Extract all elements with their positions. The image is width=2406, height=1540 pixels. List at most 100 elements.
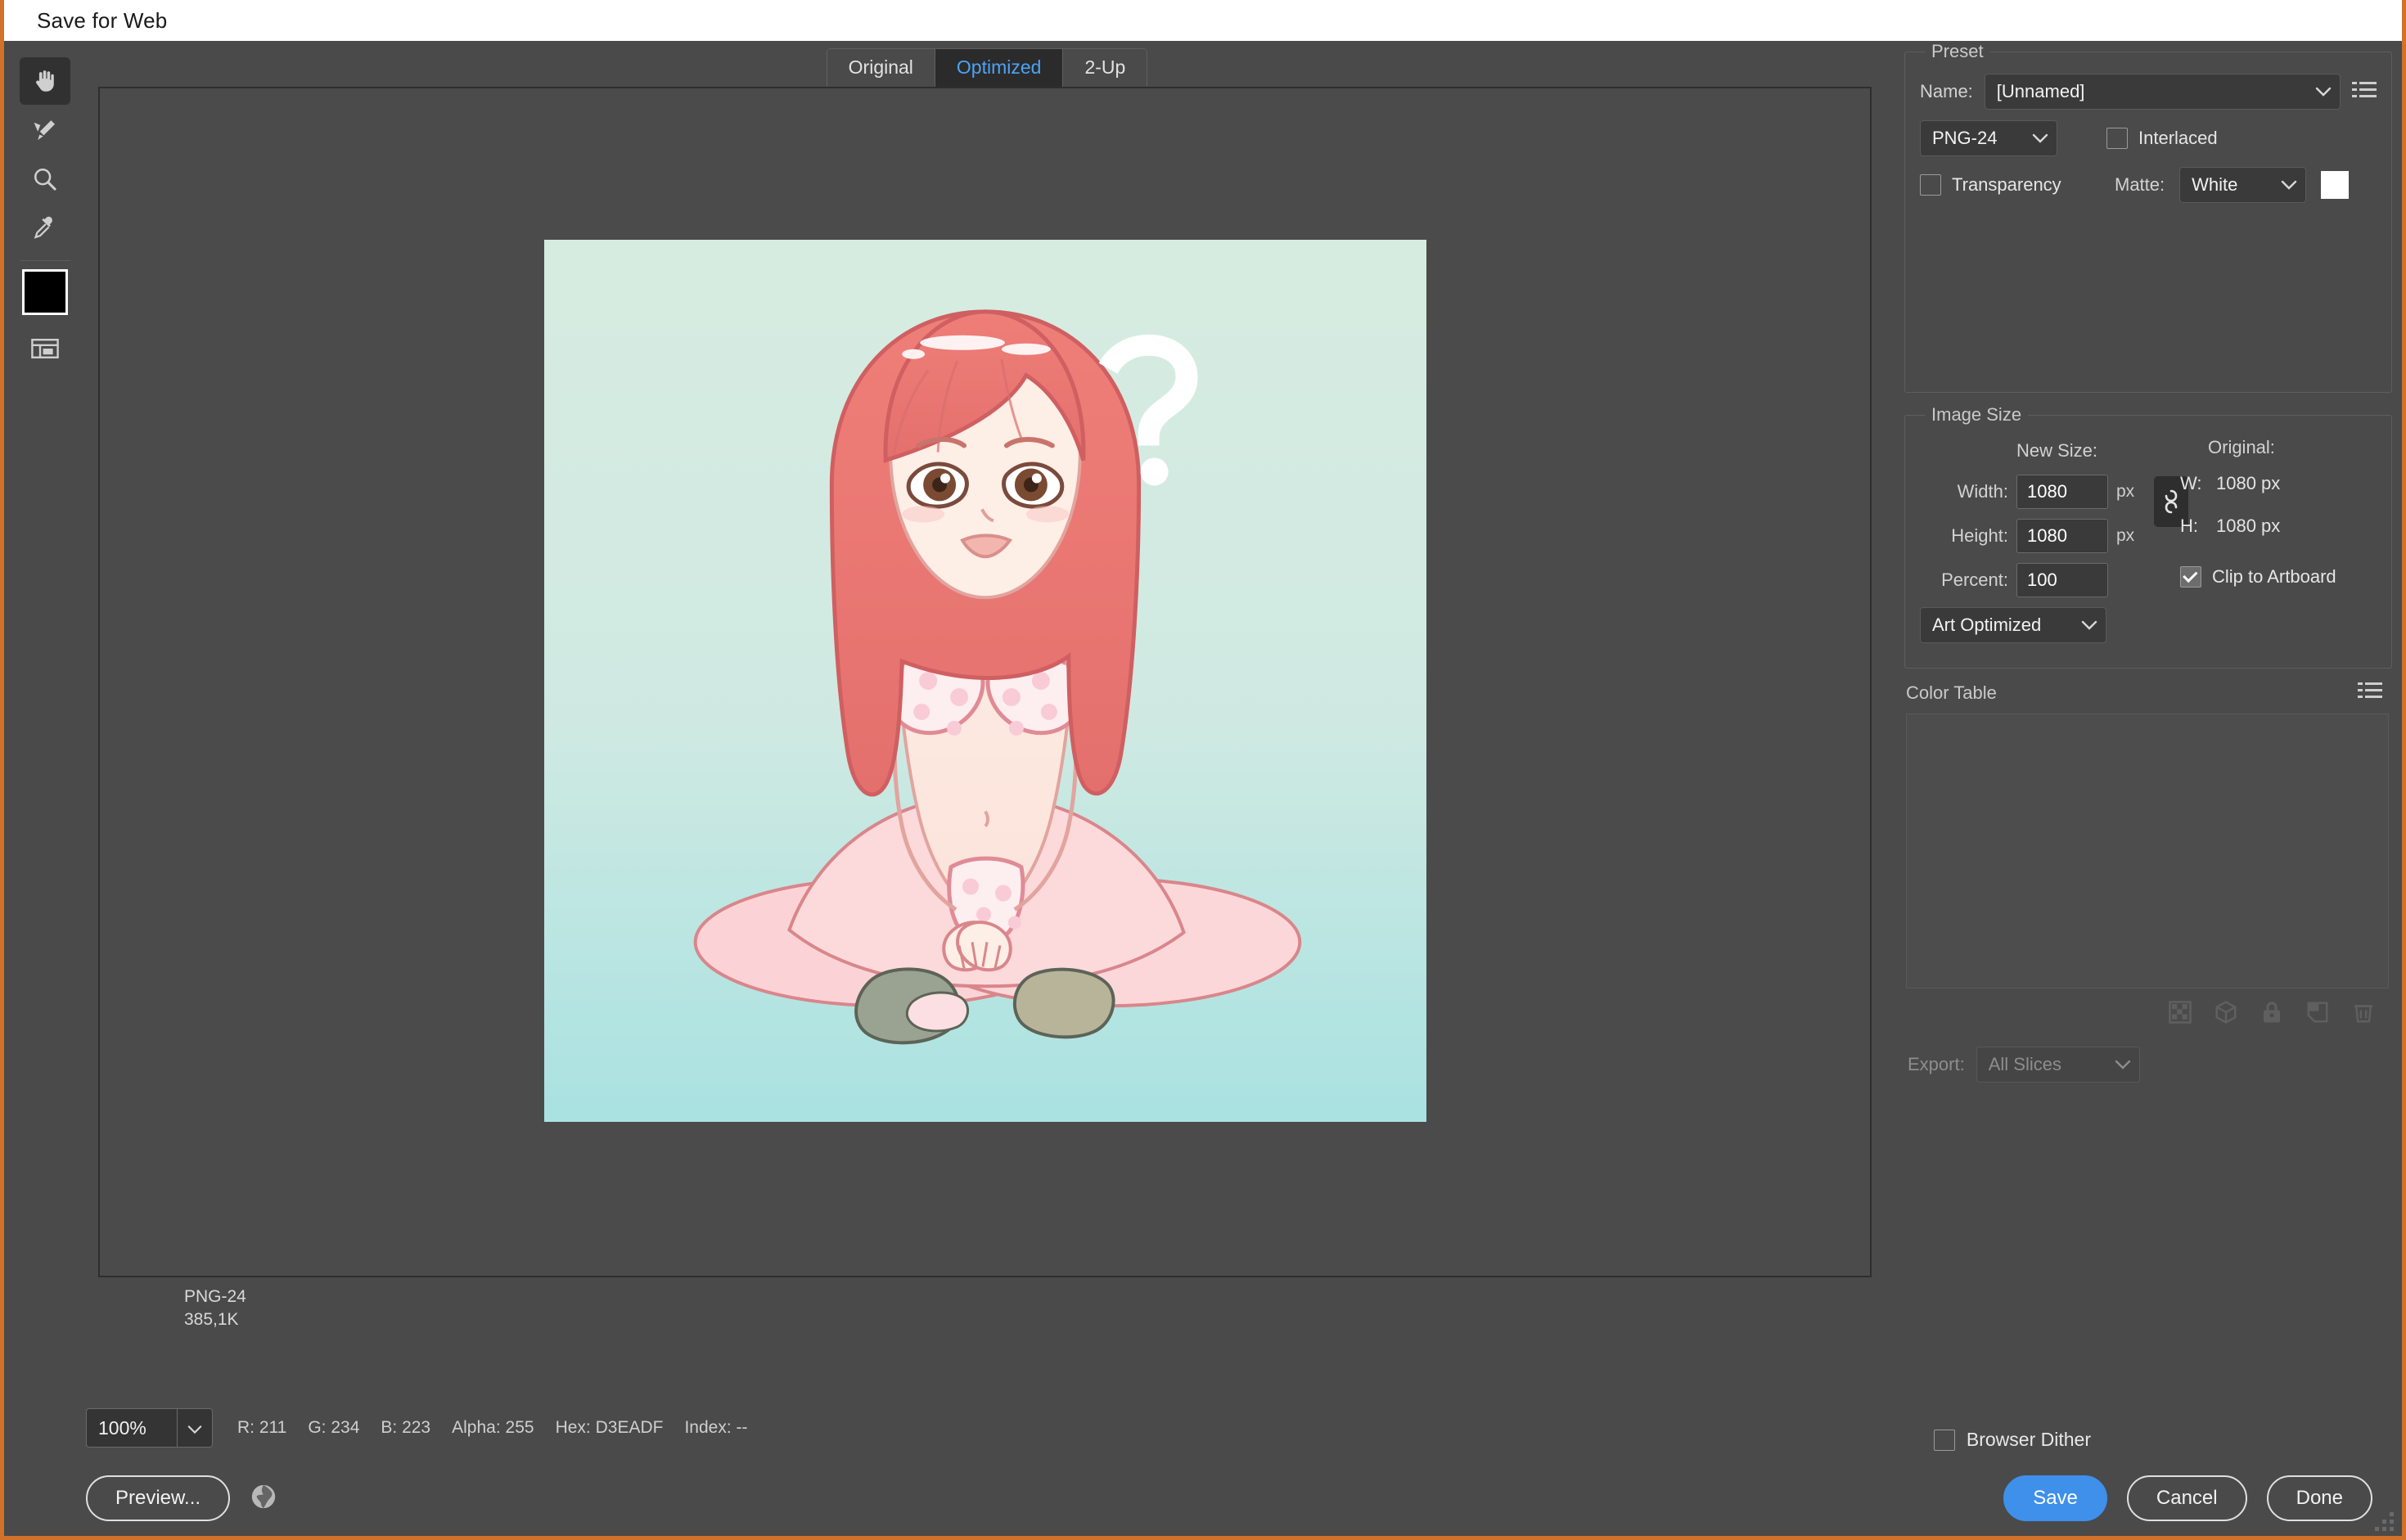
save-button[interactable]: Save [2003,1475,2107,1521]
color-table-header: Color Table [1904,680,2392,705]
chevron-down-icon [2032,133,2048,143]
dialog-titlebar: Save for Web [4,0,2402,41]
percent-input[interactable]: 100 [2016,563,2108,597]
toggle-slices-visibility-button[interactable] [20,325,70,372]
cancel-button[interactable]: Cancel [2126,1475,2247,1521]
browser-dither-label: Browser Dither [1966,1429,2091,1450]
matte-select[interactable]: White [2179,167,2307,203]
dialog-body: Original Optimized 2-Up PNG-24 385,1K Pr… [4,41,2402,1395]
color-table-swatches[interactable] [1906,714,2389,988]
browser-dither-checkbox[interactable]: Browser Dither [1933,1429,2091,1451]
interlaced-checkbox[interactable]: Interlaced [2106,128,2218,149]
resample-quality-value: Art Optimized [1932,615,2042,635]
tool-strip [4,41,86,1395]
chevron-down-icon [2115,1060,2130,1069]
status-bar: 100% R: 211 G: 234 B: 223 Alpha: 255 Hex… [4,1395,2402,1461]
preset-group-label: Preset [1931,41,1984,61]
chevron-down-icon [2315,87,2332,97]
width-unit: px [2116,482,2135,501]
clip-to-artboard-checkbox[interactable]: Clip to Artboard [2180,566,2368,588]
color-readouts: R: 211 G: 234 B: 223 Alpha: 255 Hex: D3E… [237,1418,748,1438]
web-safe-cube-icon [2215,1001,2237,1024]
lock-color-button[interactable] [2260,1000,2284,1029]
resize-grip[interactable] [2366,1510,2394,1531]
height-unit: px [2116,526,2135,545]
delete-color-button[interactable] [2351,1000,2376,1029]
new-color-icon [2307,1002,2328,1023]
settings-panel: Preset Name: [Unnamed] PNG-24 Interlaced… [1895,41,2402,1395]
readout-hex: Hex: D3EADF [555,1418,664,1437]
foreground-color-swatch[interactable] [22,269,68,315]
export-label: Export: [1908,1054,1965,1074]
original-width-key: W: [2180,473,2202,493]
save-for-web-dialog: Save for Web Original Optimized 2-Up PNG… [0,0,2406,1540]
artwork-image [543,240,1426,1122]
eyedropper-tool-button[interactable] [20,205,70,252]
preset-spacer [1920,214,2377,377]
zoom-chevron [187,1417,202,1439]
zoom-tool-button[interactable] [20,155,70,203]
original-height-key: H: [2180,516,2198,536]
preset-name-select[interactable]: [Unnamed] [1984,74,2341,110]
slice-select-tool-button[interactable] [20,106,70,154]
color-table-menu-button[interactable] [2358,680,2382,705]
slice-select-icon [34,120,56,141]
trash-icon [2354,1005,2373,1023]
export-slices-select: All Slices [1976,1047,2140,1083]
list-menu-icon [2352,81,2377,97]
file-format-value: PNG-24 [1932,128,1998,148]
image-size-fields: New Size: Width: 1080 px Height: 1080 px… [1920,437,2377,643]
preview-tabs: Original Optimized 2-Up [826,48,1148,87]
tab-original[interactable]: Original [827,49,935,87]
link-chain-icon [2165,489,2178,514]
magnifier-icon [34,168,56,191]
color-table-actions [1904,988,2392,1029]
clip-to-artboard-checkbox-box [2180,566,2201,588]
interlaced-label: Interlaced [2138,128,2218,148]
matte-color-swatch[interactable] [2321,171,2350,199]
file-format-select[interactable]: PNG-24 [1920,120,2057,156]
width-label: Width: [1957,481,2008,502]
file-format-label: PNG-24 [184,1287,246,1306]
original-height-value: 1080 px [2216,516,2281,536]
preview-in-browser-button[interactable] [250,1483,277,1515]
chevron-down-icon [2281,180,2297,190]
transparency-checkbox[interactable]: Transparency [1920,174,2100,196]
browser-dither-checkbox-box [1933,1429,1955,1451]
done-button[interactable]: Done [2266,1475,2372,1521]
tab-optimized[interactable]: Optimized [935,49,1064,87]
original-height-row: H: 1080 px [2180,516,2368,537]
readout-r: R: 211 [237,1418,287,1437]
new-color-button[interactable] [2305,1000,2330,1029]
chevron-down-icon [2081,620,2097,630]
preview-button[interactable]: Preview... [86,1475,231,1521]
globe-icon [251,1484,276,1508]
export-row: Export: All Slices [1904,1029,2392,1083]
hand-icon [36,70,54,92]
height-input[interactable]: 1080 [2016,519,2108,553]
preview-column: Original Optimized 2-Up PNG-24 385,1K [86,41,1895,1395]
readout-g: G: 234 [308,1418,360,1437]
resample-quality-select[interactable]: Art Optimized [1920,607,2106,643]
dialog-title: Save for Web [37,7,168,33]
preview-canvas[interactable] [98,87,1872,1277]
slices-visibility-icon [31,339,59,358]
color-table-title: Color Table [1906,682,1997,703]
tab-2up[interactable]: 2-Up [1063,49,1147,87]
clip-to-artboard-label: Clip to Artboard [2212,566,2336,587]
transparency-checkerboard-button[interactable] [2168,1000,2192,1029]
zoom-level-value: 100% [98,1416,146,1439]
tool-divider [20,260,70,261]
readout-index: Index: -- [684,1418,748,1437]
preset-menu-button[interactable] [2352,79,2377,105]
image-size-group: Image Size New Size: Width: 1080 px Heig… [1904,404,2392,669]
hand-tool-button[interactable] [20,57,70,105]
zoom-level-select[interactable]: 100% [86,1408,213,1448]
web-safe-cube-button[interactable] [2214,1000,2238,1029]
width-input[interactable]: 1080 [2016,475,2108,509]
percent-label: Percent: [1941,570,2008,590]
export-slices-value: All Slices [1988,1054,2061,1074]
readout-alpha: Alpha: 255 [452,1418,534,1437]
preset-name-value: [Unnamed] [1996,81,2085,101]
transparency-checkerboard-icon [2169,1001,2192,1024]
